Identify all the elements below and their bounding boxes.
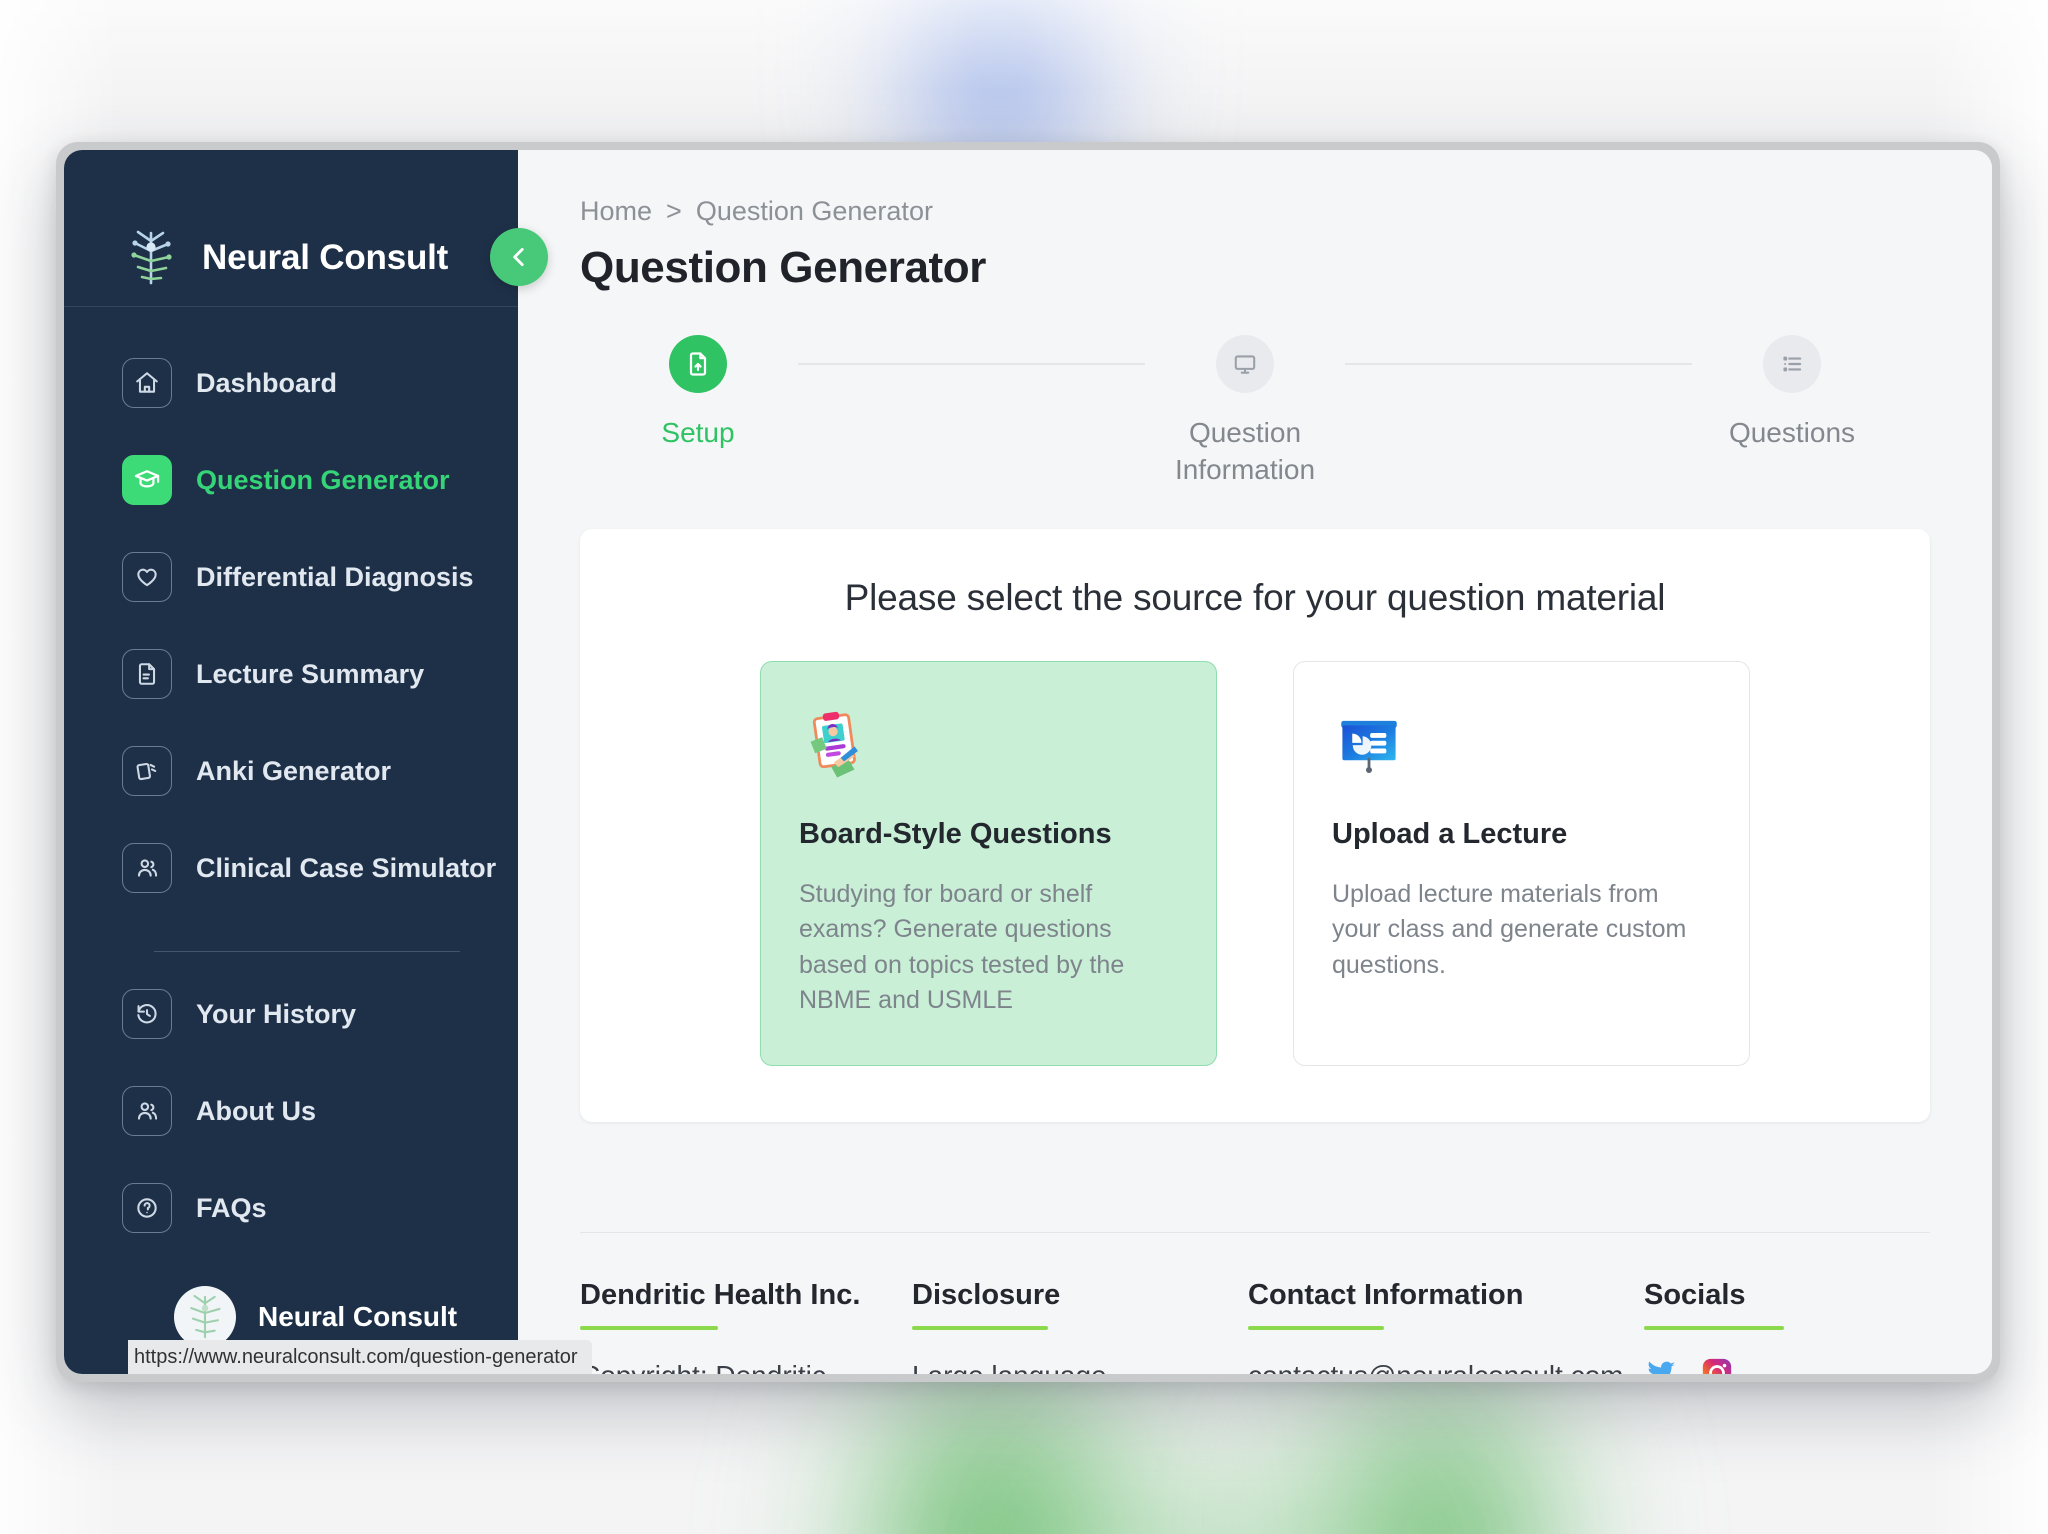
chevron-left-icon [506, 244, 532, 270]
sidebar-item-label: Clinical Case Simulator [196, 852, 497, 883]
breadcrumb-item-home[interactable]: Home [580, 196, 652, 227]
step-setup[interactable]: Setup [598, 335, 798, 452]
sidebar-secondary-nav: Your History About Us FAQs [64, 952, 518, 1271]
list-icon [1763, 335, 1821, 393]
home-icon [122, 358, 172, 408]
presentation-board-icon [1332, 704, 1711, 784]
source-option-upload-a-lecture[interactable]: Upload a Lecture Upload lecture material… [1293, 660, 1750, 1066]
footer-heading: Contact Information [1248, 1278, 1524, 1311]
source-card-heading: Please select the source for your questi… [844, 576, 1666, 618]
sidebar-item-label: FAQs [196, 1192, 267, 1223]
sidebar-item-faqs[interactable]: FAQs [64, 1174, 518, 1242]
sidebar-brand[interactable]: Neural Consult [64, 150, 518, 306]
graduation-cap-icon [122, 455, 172, 505]
source-options-group: Board-Style Questions Studying for board… [640, 660, 1870, 1066]
footer-heading-rule [1644, 1325, 1784, 1330]
flashcards-icon [122, 746, 172, 796]
step-question-information[interactable]: Question Information [1145, 335, 1345, 489]
sidebar-item-differential-diagnosis[interactable]: Differential Diagnosis [64, 543, 518, 611]
step-questions[interactable]: Questions [1692, 335, 1892, 452]
document-icon [122, 649, 172, 699]
page-footer: Dendritic Health Inc. Copyright: Dendrit… [580, 1231, 1930, 1374]
people-icon [122, 1086, 172, 1136]
stepper-connector-2 [1345, 363, 1692, 365]
people-icon [122, 843, 172, 893]
sidebar-item-about-us[interactable]: About Us [64, 1077, 518, 1145]
sidebar-item-label: Question Generator [196, 464, 450, 495]
sidebar-user-profile[interactable]: Neural Consult [64, 1286, 518, 1348]
footer-heading: Socials [1644, 1278, 1746, 1311]
breadcrumb-separator: > [666, 196, 682, 226]
sidebar-item-your-history[interactable]: Your History [64, 980, 518, 1048]
footer-column-contact: Contact Information contactus@neuralcons… [1248, 1279, 1644, 1374]
sidebar-item-lecture-summary[interactable]: Lecture Summary [64, 640, 518, 708]
sidebar-collapse-button[interactable] [490, 228, 548, 286]
source-option-board-style-questions[interactable]: Board-Style Questions Studying for board… [760, 660, 1217, 1066]
progress-stepper: Setup Question Information Questions [580, 335, 1930, 489]
stepper-connector-1 [798, 363, 1145, 365]
main-content: Home > Question Generator Question Gener… [518, 150, 1992, 1374]
step-label: Question Information [1174, 417, 1316, 485]
footer-column-company: Dendritic Health Inc. Copyright: Dendrit… [580, 1279, 912, 1374]
document-upload-icon [669, 335, 727, 393]
sidebar-item-label: Differential Diagnosis [196, 561, 474, 592]
sidebar-item-label: About Us [196, 1095, 316, 1126]
footer-column-socials: Socials [1644, 1279, 1864, 1374]
footer-text: Large language model technology is exper… [912, 1356, 1182, 1374]
browser-window: Neural Consult Dashboard Question Genera… [64, 150, 1992, 1374]
sidebar: Neural Consult Dashboard Question Genera… [64, 150, 548, 1374]
breadcrumb-item-question-generator[interactable]: Question Generator [696, 196, 933, 227]
monitor-icon [1216, 335, 1274, 393]
step-label: Setup [661, 417, 735, 448]
sidebar-brand-name: Neural Consult [202, 238, 449, 277]
source-selection-card: Please select the source for your questi… [580, 528, 1930, 1122]
footer-heading: Disclosure [912, 1278, 1061, 1311]
sidebar-user-name: Neural Consult [258, 1301, 458, 1332]
footer-heading-rule [912, 1325, 1048, 1330]
sidebar-item-label: Anki Generator [196, 755, 392, 786]
footer-social-links [1644, 1356, 1864, 1374]
clipboard-pencil-icon [799, 704, 1178, 784]
footer-heading-rule [580, 1325, 718, 1330]
footer-heading-rule [1248, 1325, 1384, 1330]
breadcrumb: Home > Question Generator [580, 196, 1930, 227]
sidebar-item-label: Lecture Summary [196, 658, 425, 689]
sidebar-item-label: Your History [196, 998, 357, 1029]
browser-status-url: https://www.neuralconsult.com/question-g… [128, 1340, 592, 1374]
page-title: Question Generator [580, 243, 986, 292]
history-clock-icon [122, 989, 172, 1039]
source-option-description: Upload lecture materials from your class… [1332, 879, 1687, 979]
footer-column-disclosure: Disclosure Large language model technolo… [912, 1279, 1248, 1374]
twitter-icon[interactable] [1644, 1356, 1678, 1374]
heart-icon [122, 552, 172, 602]
avatar [174, 1286, 236, 1348]
question-circle-icon [122, 1183, 172, 1233]
source-option-title: Board-Style Questions [799, 817, 1112, 850]
step-label: Questions [1728, 417, 1856, 448]
footer-text: Copyright: Dendritic Health Inc. [580, 1356, 850, 1374]
sidebar-primary-nav: Dashboard Question Generator Differentia… [64, 307, 518, 931]
footer-heading: Dendritic Health Inc. [580, 1278, 861, 1311]
sidebar-item-dashboard[interactable]: Dashboard [64, 349, 518, 417]
source-option-title: Upload a Lecture [1332, 817, 1568, 850]
instagram-icon[interactable] [1700, 1356, 1734, 1374]
sidebar-item-clinical-case-simulator[interactable]: Clinical Case Simulator [64, 834, 518, 902]
sidebar-item-label: Dashboard [196, 367, 338, 398]
sidebar-item-anki-generator[interactable]: Anki Generator [64, 737, 518, 805]
source-option-description: Studying for board or shelf exams? Gener… [799, 879, 1125, 1015]
footer-contact-email[interactable]: contactus@neuralconsult.com [1248, 1356, 1628, 1374]
sidebar-item-question-generator[interactable]: Question Generator [64, 446, 518, 514]
neuron-logo-icon [122, 227, 180, 289]
